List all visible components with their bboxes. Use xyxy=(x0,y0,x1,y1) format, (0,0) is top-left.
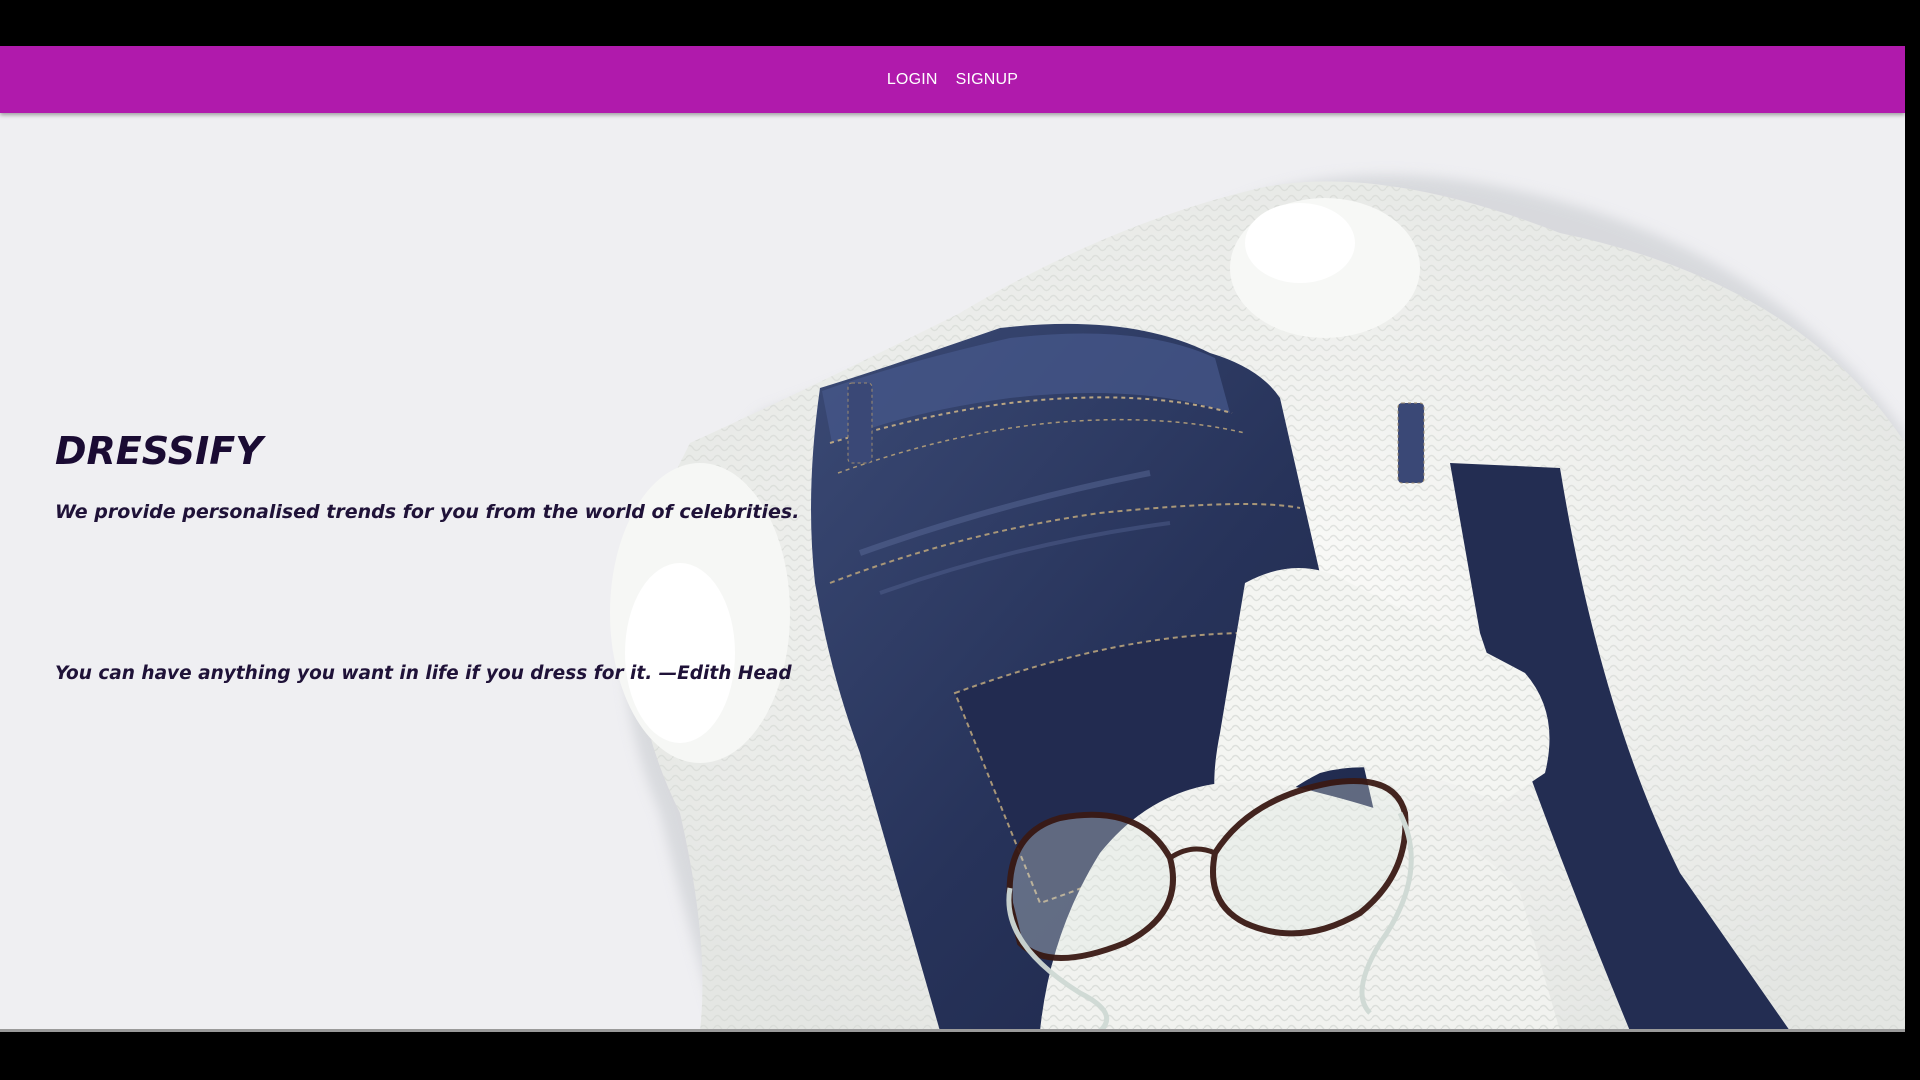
login-link[interactable]: LOGIN xyxy=(887,71,938,89)
hero-quote: You can have anything you want in life i… xyxy=(55,663,792,684)
right-black-edge xyxy=(1905,46,1920,1031)
signup-link[interactable]: SIGNUP xyxy=(956,71,1019,89)
browser-viewport: LOGIN SIGNUP DRESSIFY We provide persona… xyxy=(0,46,1905,1031)
hero-section: DRESSIFY We provide personalised trends … xyxy=(0,113,1905,1031)
bottom-edge-line xyxy=(0,1029,1905,1032)
hero-background-image xyxy=(0,113,1905,1031)
screen: LOGIN SIGNUP DRESSIFY We provide persona… xyxy=(0,0,1920,1080)
top-navbar: LOGIN SIGNUP xyxy=(0,46,1905,113)
brand-title: DRESSIFY xyxy=(55,429,263,473)
hero-tagline: We provide personalised trends for you f… xyxy=(55,501,800,523)
